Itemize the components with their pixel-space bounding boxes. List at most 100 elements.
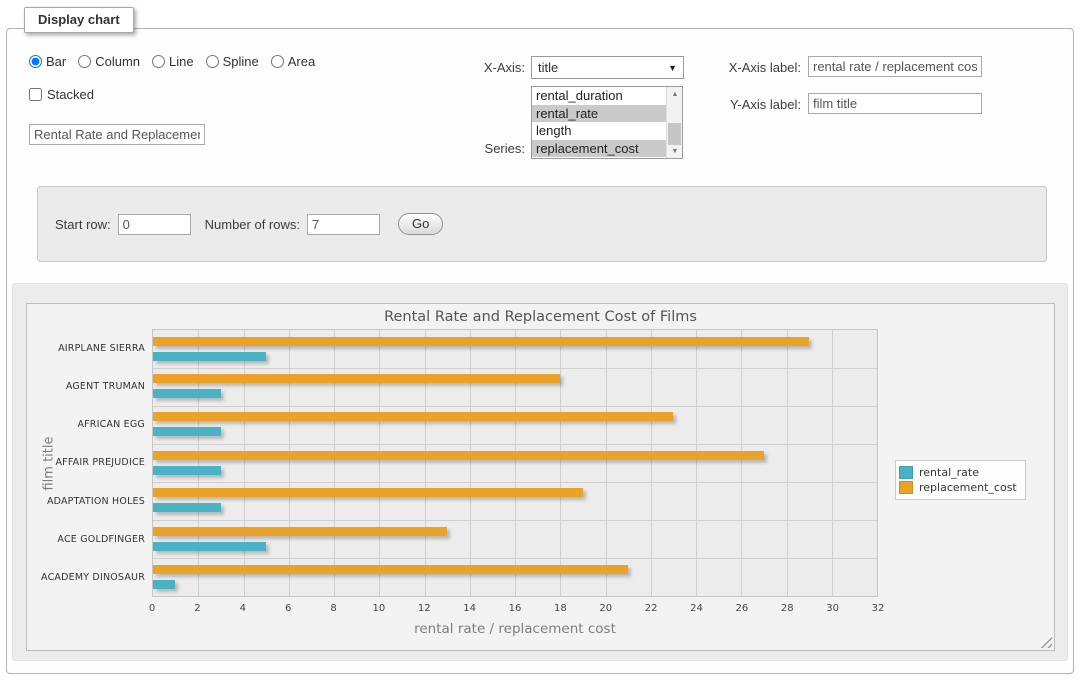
display-chart-panel: BarColumnLineSplineArea Stacked X-Axis: … — [6, 28, 1074, 674]
y-tick-label: AFRICAN EGG — [27, 406, 145, 444]
x-tick-label: 30 — [826, 603, 839, 614]
chart-type-bar[interactable]: Bar — [29, 54, 66, 69]
gridline-horizontal — [153, 368, 877, 369]
chart-title-input[interactable] — [29, 124, 205, 145]
series-listbox-scrollbar[interactable]: ▲ ▼ — [666, 87, 682, 158]
gridline-horizontal — [153, 520, 877, 521]
x-tick-label: 16 — [509, 603, 522, 614]
gridline-vertical — [606, 330, 607, 596]
gridline-vertical — [787, 330, 788, 596]
scroll-up-icon[interactable]: ▲ — [667, 87, 683, 101]
bar-replacement_cost — [153, 374, 560, 383]
num-rows-input[interactable] — [307, 214, 380, 235]
go-button[interactable]: Go — [398, 213, 443, 235]
start-row-input[interactable] — [118, 214, 191, 235]
scroll-down-icon[interactable]: ▼ — [667, 144, 683, 158]
chart-type-radio-spline[interactable] — [206, 55, 219, 68]
scrollbar-thumb[interactable] — [668, 123, 681, 145]
gridline-vertical — [832, 330, 833, 596]
gridline-vertical — [244, 330, 245, 596]
gridline-vertical — [560, 330, 561, 596]
x-tick-labels: 02468101214161820222426283032 — [152, 603, 878, 616]
y-axis-label-input[interactable] — [808, 93, 982, 114]
y-tick-label: AFFAIR PREJUDICE — [27, 444, 145, 482]
x-tick-label: 10 — [373, 603, 386, 614]
y-tick-label: AIRPLANE SIERRA — [27, 329, 145, 367]
bar-rental_rate — [153, 352, 266, 361]
resize-grip-icon[interactable] — [1040, 636, 1052, 648]
gridline-vertical — [696, 330, 697, 596]
chart-type-label: Line — [169, 54, 194, 69]
bar-rental_rate — [153, 466, 221, 475]
y-tick-label: ACE GOLDFINGER — [27, 520, 145, 558]
bar-rental_rate — [153, 427, 221, 436]
chart-title: Rental Rate and Replacement Cost of Film… — [27, 309, 1054, 325]
chart-type-radio-area[interactable] — [271, 55, 284, 68]
display-chart-tab[interactable]: Display chart — [24, 7, 134, 33]
bar-replacement_cost — [153, 565, 628, 574]
chart-type-radio-line[interactable] — [152, 55, 165, 68]
stacked-checkbox[interactable] — [29, 88, 42, 101]
x-axis-select[interactable]: title ▼ — [531, 56, 684, 79]
x-tick-label: 20 — [599, 603, 612, 614]
y-tick-labels: AIRPLANE SIERRAAGENT TRUMANAFRICAN EGGAF… — [27, 329, 145, 597]
x-tick-label: 26 — [736, 603, 749, 614]
y-tick-label: ACADEMY DINOSAUR — [27, 559, 145, 597]
y-tick-label: ADAPTATION HOLES — [27, 482, 145, 520]
series-listbox[interactable]: rental_durationrental_ratelengthreplacem… — [531, 86, 683, 159]
series-option-rental_duration[interactable]: rental_duration — [532, 87, 666, 105]
chart-type-line[interactable]: Line — [152, 54, 194, 69]
x-tick-label: 24 — [690, 603, 703, 614]
gridline-vertical — [470, 330, 471, 596]
legend-item: replacement_cost — [899, 481, 1017, 494]
num-rows-label: Number of rows: — [205, 217, 300, 232]
bar-rental_rate — [153, 389, 221, 398]
chart-type-radio-column[interactable] — [78, 55, 91, 68]
x-tick-label: 4 — [240, 603, 246, 614]
bar-rental_rate — [153, 542, 266, 551]
chart-type-label: Area — [288, 54, 315, 69]
series-option-length[interactable]: length — [532, 122, 666, 140]
x-tick-label: 18 — [554, 603, 567, 614]
x-tick-label: 2 — [194, 603, 200, 614]
gridline-vertical — [425, 330, 426, 596]
row-range-panel: Start row: Number of rows: Go — [37, 186, 1047, 262]
bar-replacement_cost — [153, 337, 809, 346]
chart-type-radio-bar[interactable] — [29, 55, 42, 68]
x-axis-label-input[interactable] — [808, 56, 982, 77]
plot-grid — [152, 329, 878, 597]
bar-rental_rate — [153, 503, 221, 512]
legend-label: replacement_cost — [919, 481, 1017, 494]
series-listbox-options: rental_durationrental_ratelengthreplacem… — [532, 87, 666, 158]
gridline-vertical — [379, 330, 380, 596]
x-tick-label: 6 — [285, 603, 291, 614]
x-tick-label: 14 — [463, 603, 476, 614]
series-option-replacement_cost[interactable]: replacement_cost — [532, 140, 666, 158]
gridline-horizontal — [153, 558, 877, 559]
chart-x-axis-label: rental rate / replacement cost — [152, 621, 878, 637]
series-listbox-label: Series: — [447, 141, 525, 156]
chart-type-label: Column — [95, 54, 140, 69]
bar-replacement_cost — [153, 451, 764, 460]
chart-type-spline[interactable]: Spline — [206, 54, 259, 69]
chart-type-label: Bar — [46, 54, 66, 69]
gridline-vertical — [741, 330, 742, 596]
stacked-checkbox-row[interactable]: Stacked — [29, 87, 94, 102]
chart-type-column[interactable]: Column — [78, 54, 140, 69]
chart-type-area[interactable]: Area — [271, 54, 315, 69]
gridline-vertical — [289, 330, 290, 596]
legend-label: rental_rate — [919, 466, 979, 479]
gridline-vertical — [198, 330, 199, 596]
chart-container: Rental Rate and Replacement Cost of Film… — [26, 303, 1055, 651]
stacked-label: Stacked — [47, 87, 94, 102]
x-tick-label: 12 — [418, 603, 431, 614]
x-tick-label: 8 — [330, 603, 336, 614]
legend-item: rental_rate — [899, 466, 1017, 479]
chart-type-group: Bar Column Line Spline Area — [29, 54, 315, 69]
x-tick-label: 22 — [645, 603, 658, 614]
gridline-vertical — [651, 330, 652, 596]
start-row-label: Start row: — [55, 217, 111, 232]
y-axis-label-caption: Y-Axis label: — [707, 97, 801, 112]
x-axis-select-label: X-Axis: — [447, 60, 525, 75]
series-option-rental_rate[interactable]: rental_rate — [532, 105, 666, 123]
